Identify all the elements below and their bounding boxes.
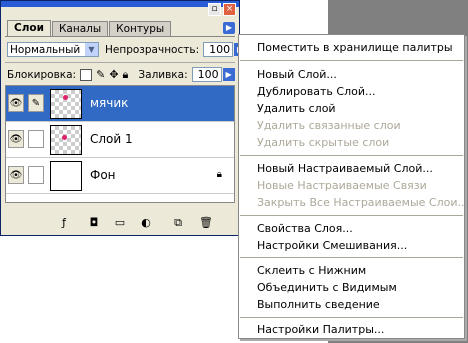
mask-icon[interactable]: ◘: [87, 216, 101, 230]
brush-icon[interactable]: ✎: [28, 94, 44, 112]
menu-item[interactable]: Свойства Слоя...: [257, 222, 353, 235]
tab-divider: [5, 36, 235, 37]
ball-mark: [62, 135, 67, 140]
menu-item[interactable]: Дублировать Слой...: [257, 85, 375, 98]
menu-item[interactable]: Настройки Палитры...: [257, 323, 384, 336]
palette-tabs: Слои Каналы Контуры: [7, 20, 172, 37]
palette-bottom-bar: ƒ ◘ ▭ ◐ ⧉ 🗑︎: [5, 214, 235, 232]
tab-channels[interactable]: Каналы: [51, 21, 109, 37]
menu-item[interactable]: Выполнить сведение: [257, 298, 380, 311]
eye-icon[interactable]: 👁︎: [8, 166, 24, 184]
tab-paths[interactable]: Контуры: [109, 21, 172, 37]
blend-mode-select[interactable]: Нормальный ▼: [7, 42, 99, 57]
layer-thumbnail: [50, 125, 82, 155]
lock-label: Блокировка:: [7, 68, 77, 81]
palette-titlebar[interactable]: [1, 1, 239, 7]
menu-item[interactable]: Настройки Смешивания...: [257, 239, 407, 252]
layer-thumbnail: [50, 89, 82, 119]
link-slot[interactable]: [28, 166, 44, 184]
layer-row[interactable]: 👁︎ Фон 🔒︎: [6, 158, 234, 194]
brush-lock-icon[interactable]: ✎: [96, 68, 105, 81]
layer-name: Фон: [90, 168, 116, 182]
fill-input[interactable]: 100: [191, 67, 222, 82]
menu-item[interactable]: Объединить с Видимым: [257, 281, 397, 294]
eye-icon[interactable]: 👁︎: [8, 94, 24, 112]
blend-row: Нормальный ▼ Непрозрачность: 100 ▶: [7, 42, 247, 57]
link-slot[interactable]: [28, 130, 44, 148]
trash-icon[interactable]: 🗑︎: [199, 216, 213, 230]
layer-name: Слой 1: [90, 132, 133, 146]
tab-layers[interactable]: Слои: [7, 20, 51, 37]
layer-thumbnail: [50, 161, 82, 191]
minimize-icon[interactable]: ▫: [208, 3, 221, 16]
menu-item: Удалить связанные слои: [257, 119, 401, 132]
layers-palette: ▫ × Слои Каналы Контуры ▶ Нормальный ▼ Н…: [0, 0, 247, 236]
menu-item: Удалить скрытые слои: [257, 136, 390, 149]
layer-row[interactable]: 👁︎ ✎ мячик: [6, 86, 234, 122]
folder-icon[interactable]: ▭: [113, 216, 127, 230]
lock-transparency-checkbox[interactable]: [80, 68, 93, 81]
menu-separator: [240, 257, 463, 258]
layer-name: мячик: [90, 96, 129, 110]
adjustment-layer-icon[interactable]: ◐: [139, 216, 153, 230]
window-buttons: ▫ ×: [208, 3, 236, 16]
divider: [5, 62, 235, 63]
opacity-label: Непрозрачность:: [105, 43, 200, 56]
fill-arrow-icon[interactable]: ▶: [222, 68, 235, 81]
fill-label: Заливка:: [138, 68, 188, 81]
palette-menu-arrow-icon[interactable]: ▶: [223, 22, 235, 34]
chevron-down-icon[interactable]: ▼: [85, 43, 98, 56]
layers-list: 👁︎ ✎ мячик 👁︎ Слой 1 👁︎ Фон 🔒︎: [5, 85, 235, 203]
opacity-input[interactable]: 100: [203, 42, 234, 57]
menu-item[interactable]: Поместить в хранилище палитры: [257, 41, 453, 54]
menu-item[interactable]: Удалить слой: [257, 102, 336, 115]
blend-mode-value: Нормальный: [10, 44, 81, 56]
menu-item: Новые Настраиваемые Связи: [257, 179, 427, 192]
ball-mark: [63, 95, 68, 100]
layer-style-icon[interactable]: ƒ: [57, 216, 71, 230]
menu-separator: [240, 215, 463, 216]
menu-item[interactable]: Новый Слой...: [257, 68, 337, 81]
close-icon[interactable]: ×: [223, 3, 236, 16]
eye-icon[interactable]: 👁︎: [8, 130, 24, 148]
menu-separator: [240, 60, 463, 61]
lock-row: Блокировка: ✎ ✥ 🔒︎ Заливка: 100 ▶: [7, 67, 235, 82]
layer-row[interactable]: 👁︎ Слой 1: [6, 122, 234, 158]
lock-icon: 🔒︎: [216, 169, 222, 180]
lock-all-icon[interactable]: 🔒︎: [123, 68, 129, 82]
menu-item[interactable]: Новый Настраиваемый Слой...: [257, 162, 433, 175]
menu-item: Закрыть Все Настраиваемые Слои...: [257, 196, 468, 209]
menu-separator: [240, 317, 463, 318]
new-layer-icon[interactable]: ⧉: [171, 216, 185, 230]
menu-separator: [240, 155, 463, 156]
move-lock-icon[interactable]: ✥: [109, 68, 118, 81]
palette-menu: Поместить в хранилище палитры Новый Слой…: [238, 34, 468, 339]
menu-item[interactable]: Склеить с Нижним: [257, 264, 366, 277]
